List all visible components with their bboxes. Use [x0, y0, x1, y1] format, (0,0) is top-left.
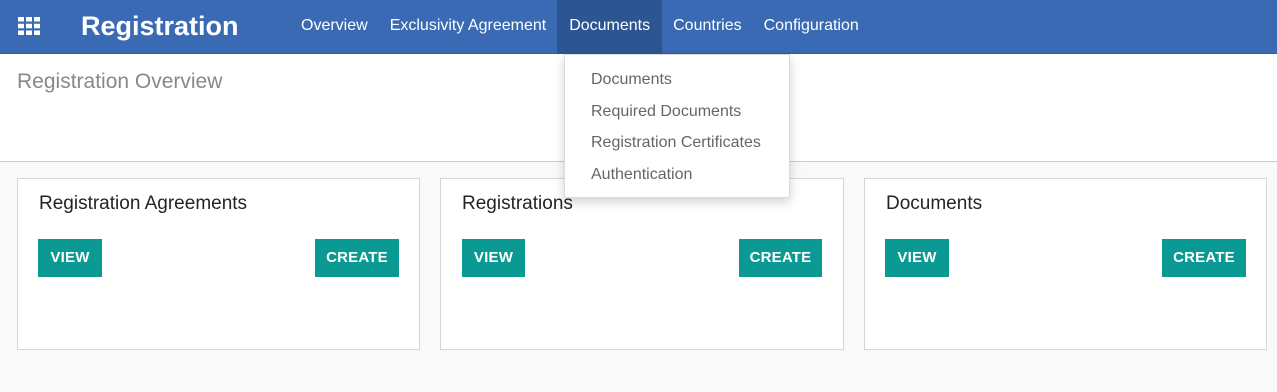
card-title: Documents [886, 193, 983, 214]
view-button[interactable]: VIEW [885, 239, 949, 277]
dropdown-item-registration-certificates[interactable]: Registration Certificates [565, 127, 789, 159]
view-button[interactable]: VIEW [38, 239, 102, 277]
top-navbar: Registration Overview Exclusivity Agreem… [0, 0, 1277, 54]
documents-dropdown-menu: Documents Required Documents Registratio… [564, 54, 790, 198]
dropdown-item-required-documents[interactable]: Required Documents [565, 96, 789, 128]
menu-item-countries[interactable]: Countries [662, 0, 752, 51]
menu-item-exclusivity-agreement[interactable]: Exclusivity Agreement [379, 0, 558, 51]
dropdown-item-authentication[interactable]: Authentication [565, 159, 789, 191]
card-registrations: Registrations VIEW CREATE [440, 178, 844, 350]
apps-menu-button[interactable] [12, 9, 46, 43]
menu-item-configuration[interactable]: Configuration [753, 0, 870, 51]
app-brand-title[interactable]: Registration [81, 8, 239, 44]
create-button[interactable]: CREATE [739, 239, 822, 277]
menu-item-documents[interactable]: Documents [557, 0, 663, 54]
menu-item-overview[interactable]: Overview [290, 0, 379, 51]
card-title: Registrations [462, 193, 573, 214]
create-button[interactable]: CREATE [1162, 239, 1246, 277]
card-title: Registration Agreements [39, 193, 248, 214]
card-registration-agreements: Registration Agreements VIEW CREATE [17, 178, 420, 350]
grid-apps-icon [18, 17, 40, 35]
card-documents: Documents VIEW CREATE [864, 178, 1267, 350]
dropdown-item-documents[interactable]: Documents [565, 64, 789, 96]
page-title: Registration Overview [17, 70, 223, 93]
main-menu: Overview Exclusivity Agreement Documents… [290, 0, 870, 54]
view-button[interactable]: VIEW [462, 239, 525, 277]
create-button[interactable]: CREATE [315, 239, 399, 277]
